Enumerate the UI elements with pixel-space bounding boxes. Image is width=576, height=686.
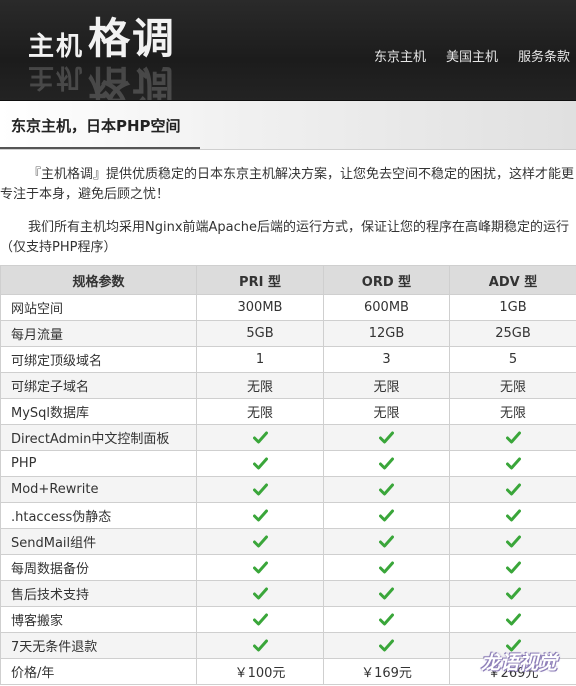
table-row: SendMail组件 [0, 528, 576, 555]
cell-value: 600MB [323, 294, 450, 321]
check-icon [323, 554, 450, 581]
check-icon [196, 606, 324, 633]
check-icon [449, 424, 576, 451]
table-row: 售后技术支持 [0, 580, 576, 607]
check-icon [196, 450, 324, 477]
check-icon [196, 424, 324, 451]
cell-value: 5 [449, 346, 576, 373]
column-header: 规格参数 [0, 265, 197, 295]
main-nav: 东京主机 美国主机 服务条款 [374, 46, 570, 65]
cell-value: 300MB [196, 294, 324, 321]
row-label: .htaccess伪静态 [0, 502, 197, 529]
spec-table: 规格参数 PRI 型 ORD 型 ADV 型 网站空间 300MB 600MB 1GB… [0, 265, 576, 685]
table-row: 网站空间 300MB 600MB 1GB [0, 294, 576, 321]
check-icon [196, 554, 324, 581]
nav-link-us-hosting[interactable]: 美国主机 [446, 46, 498, 65]
column-header: ORD 型 [323, 265, 450, 295]
row-label: 价格/年 [0, 658, 197, 685]
check-icon [196, 632, 324, 659]
check-icon [196, 528, 324, 555]
cell-value: 无限 [449, 398, 576, 425]
check-icon [449, 502, 576, 529]
cell-value: 5GB [196, 320, 324, 347]
column-header: PRI 型 [196, 265, 324, 295]
column-header: ADV 型 [449, 265, 576, 295]
check-icon [323, 606, 450, 633]
table-row: MySql数据库 无限 无限 无限 [0, 398, 576, 425]
row-label: 售后技术支持 [0, 580, 197, 607]
cell-value: ￥100元 [196, 658, 324, 685]
row-label: MySql数据库 [0, 398, 197, 425]
site-logo[interactable]: 主机格调 主机格调 [28, 14, 228, 101]
cell-value: 无限 [196, 398, 324, 425]
row-label: DirectAdmin中文控制面板 [0, 424, 197, 451]
check-icon [449, 580, 576, 607]
check-icon [196, 502, 324, 529]
table-header-row: 规格参数 PRI 型 ORD 型 ADV 型 [0, 265, 576, 295]
row-label: 博客搬家 [0, 606, 197, 633]
cell-value: 1GB [449, 294, 576, 321]
table-row: 每月流量 5GB 12GB 25GB [0, 320, 576, 347]
check-icon [449, 606, 576, 633]
title-underline [0, 147, 200, 149]
cell-value: 无限 [449, 372, 576, 399]
row-label: 可绑定子域名 [0, 372, 197, 399]
check-icon [323, 580, 450, 607]
check-icon [323, 476, 450, 503]
check-icon [323, 450, 450, 477]
intro-text: 『主机格调』提供优质稳定的日本东京主机解决方案，让您免去空间不稳定的困扰，这样才… [0, 165, 576, 271]
table-row: 可绑定顶级域名 1 3 5 [0, 346, 576, 373]
row-label: 可绑定顶级域名 [0, 346, 197, 373]
table-row: .htaccess伪静态 [0, 502, 576, 529]
logo-text-small: 主机 [28, 32, 85, 62]
cell-value: ￥169元 [323, 658, 450, 685]
cell-value: 无限 [323, 398, 450, 425]
check-icon [323, 528, 450, 555]
watermark: 龙语视觉 [481, 652, 558, 674]
check-icon [449, 450, 576, 477]
table-row: 每周数据备份 [0, 554, 576, 581]
cell-value: 12GB [323, 320, 450, 347]
check-icon [196, 580, 324, 607]
intro-paragraph: 『主机格调』提供优质稳定的日本东京主机解决方案，让您免去空间不稳定的困扰，这样才… [0, 167, 575, 202]
nav-link-tokyo-hosting[interactable]: 东京主机 [374, 46, 426, 65]
cell-value: 1 [196, 346, 324, 373]
table-row: 博客搬家 [0, 606, 576, 633]
nav-link-terms[interactable]: 服务条款 [518, 46, 570, 65]
page-title: 东京主机，日本PHP空间 [11, 117, 181, 135]
check-icon [323, 424, 450, 451]
cell-value: 无限 [196, 372, 324, 399]
table-row: Mod+Rewrite [0, 476, 576, 503]
check-icon [449, 476, 576, 503]
check-icon [196, 476, 324, 503]
check-icon [449, 528, 576, 555]
check-icon [323, 632, 450, 659]
intro-paragraph: 我们所有主机均采用Nginx前端Apache后端的运行方式，保证让您的程序在高峰… [0, 220, 570, 255]
table-row: 可绑定子域名 无限 无限 无限 [0, 372, 576, 399]
logo-text-big: 格调 [88, 14, 177, 63]
row-label: 每月流量 [0, 320, 197, 347]
cell-value: 3 [323, 346, 450, 373]
logo-reflection: 主机格调 [28, 61, 177, 101]
site-header: 主机格调 主机格调 东京主机 美国主机 服务条款 [0, 0, 576, 101]
cell-value: 无限 [323, 372, 450, 399]
row-label: 每周数据备份 [0, 554, 197, 581]
row-label: PHP [0, 450, 197, 477]
row-label: Mod+Rewrite [0, 476, 197, 503]
check-icon [323, 502, 450, 529]
table-row: PHP [0, 450, 576, 477]
title-band: 东京主机，日本PHP空间 [0, 101, 576, 150]
row-label: 网站空间 [0, 294, 197, 321]
row-label: 7天无条件退款 [0, 632, 197, 659]
row-label: SendMail组件 [0, 528, 197, 555]
cell-value: 25GB [449, 320, 576, 347]
table-row: DirectAdmin中文控制面板 [0, 424, 576, 451]
check-icon [449, 554, 576, 581]
